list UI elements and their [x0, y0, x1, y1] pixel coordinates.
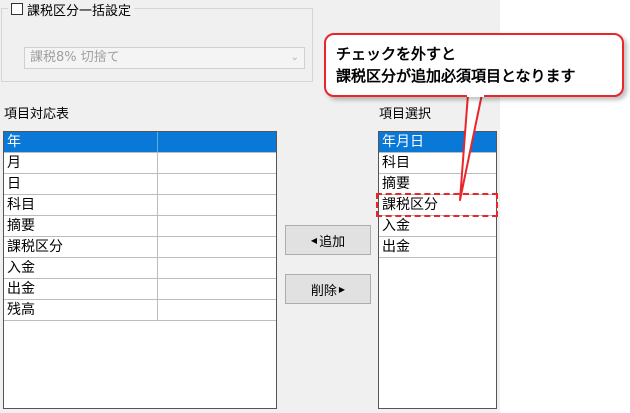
- table-row[interactable]: 入金: [4, 258, 276, 279]
- row-value: [158, 300, 276, 320]
- row-label: 日: [4, 174, 158, 194]
- chevron-down-icon: ⌄: [290, 52, 299, 63]
- bulk-tax-checkbox[interactable]: [11, 3, 23, 15]
- row-value: [158, 279, 276, 299]
- table-row[interactable]: 出金: [4, 279, 276, 300]
- table-row[interactable]: 残高: [4, 300, 276, 321]
- row-label: 課税区分: [4, 237, 158, 257]
- tax-category-highlight: [376, 193, 498, 217]
- tax-category-dropdown[interactable]: 課税8% 切捨て ⌄: [24, 47, 305, 69]
- annotation-callout: チェックを外すと 課税区分が追加必須項目となります: [324, 33, 624, 97]
- list-item[interactable]: 摘要: [379, 174, 496, 195]
- add-button-label: 追加: [319, 234, 346, 250]
- row-value: [158, 216, 276, 236]
- list-item[interactable]: 出金: [379, 237, 496, 258]
- row-value: [158, 174, 276, 194]
- list-item[interactable]: 年月日: [379, 132, 496, 153]
- group-legend: 課税区分一括設定: [8, 0, 135, 19]
- row-label: 残高: [4, 300, 158, 320]
- arrow-right-icon: ▶: [338, 284, 346, 294]
- delete-button-label: 削除: [310, 283, 337, 299]
- field-select-list[interactable]: 年月日 科目 摘要 課税区分 入金 出金: [378, 131, 497, 409]
- delete-button[interactable]: 削除 ▶: [285, 274, 371, 304]
- dropdown-value: 課税8% 切捨て: [30, 50, 120, 65]
- bulk-tax-checkbox-label: 課税区分一括設定: [27, 3, 132, 19]
- row-value: [158, 153, 276, 173]
- table-row[interactable]: 年: [4, 132, 276, 153]
- table-row[interactable]: 摘要: [4, 216, 276, 237]
- mapping-table-label: 項目対応表: [4, 107, 70, 122]
- callout-seam: [467, 94, 484, 97]
- row-value: [158, 132, 276, 152]
- table-row[interactable]: 日: [4, 174, 276, 195]
- callout-line-2: 課税区分が追加必須項目となります: [336, 67, 576, 85]
- table-row[interactable]: 課税区分: [4, 237, 276, 258]
- tax-category-group: 課税8% 切捨て ⌄: [1, 8, 313, 82]
- arrow-left-icon: ◀: [310, 235, 318, 245]
- row-value: [158, 237, 276, 257]
- mapping-table[interactable]: 年 月 日 科目 摘要 課税区分 入金 出金 残高: [3, 131, 277, 409]
- table-row[interactable]: 科目: [4, 195, 276, 216]
- row-label: 科目: [4, 195, 158, 215]
- list-item[interactable]: 科目: [379, 153, 496, 174]
- table-row[interactable]: 月: [4, 153, 276, 174]
- callout-line-1: チェックを外すと: [336, 45, 457, 63]
- row-value: [158, 195, 276, 215]
- row-label: 年: [4, 132, 158, 152]
- list-item[interactable]: 入金: [379, 216, 496, 237]
- field-select-label: 項目選択: [379, 107, 432, 122]
- row-label: 月: [4, 153, 158, 173]
- row-label: 入金: [4, 258, 158, 278]
- add-button[interactable]: ◀ 追加: [285, 225, 371, 255]
- row-label: 摘要: [4, 216, 158, 236]
- row-value: [158, 258, 276, 278]
- row-label: 出金: [4, 279, 158, 299]
